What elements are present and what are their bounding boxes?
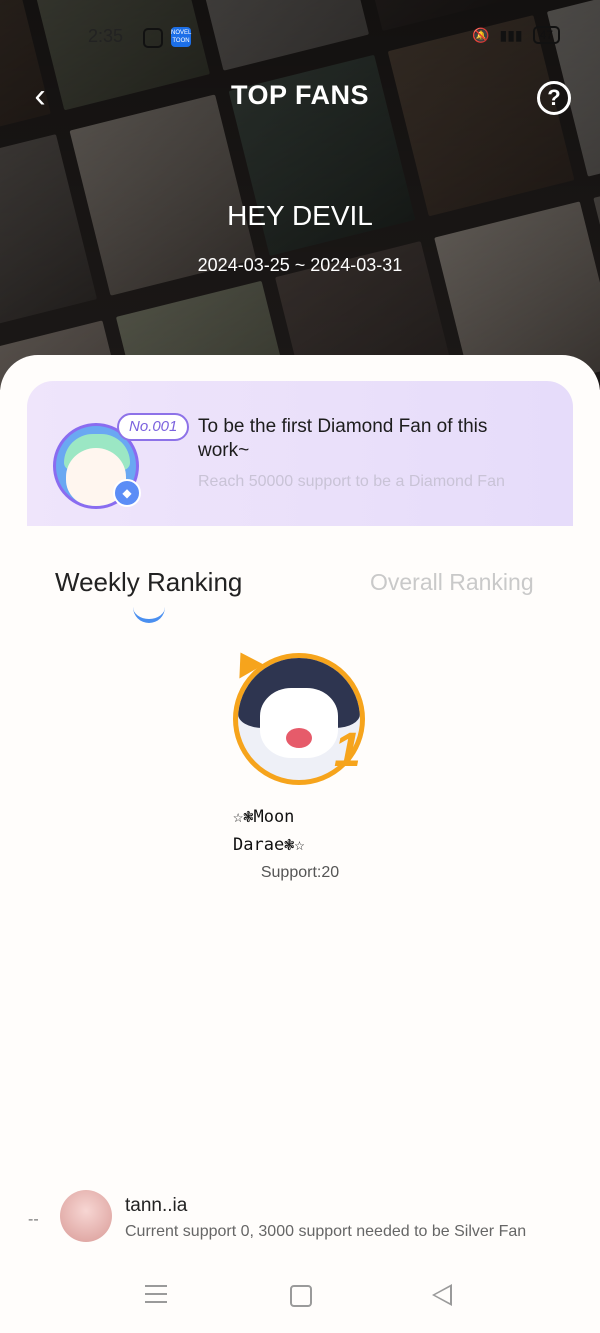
my-support-note: Current support 0, 3000 support needed t… — [125, 1223, 527, 1240]
avatar — [60, 1190, 112, 1242]
top-fan-name: ☆❃Moon Darae❃☆ — [233, 803, 383, 859]
home-icon[interactable] — [290, 1285, 312, 1307]
tab-overall-ranking[interactable]: Overall Ranking — [370, 569, 534, 596]
diamond-requirement: Reach 50000 support to be a Diamond Fan — [198, 473, 505, 490]
signal-icon: ▮▮▮ — [499, 26, 523, 43]
instagram-icon — [143, 28, 163, 48]
diamond-icon: ◆ — [113, 479, 141, 507]
question-circle-icon: ? — [547, 85, 561, 110]
date-range: 2024-03-25 ~ 2024-03-31 — [197, 255, 403, 275]
my-username: tann..ia — [125, 1195, 188, 1216]
recent-apps-icon[interactable] — [145, 1285, 167, 1303]
status-time: 2:35 — [88, 26, 124, 46]
my-rank-position: -- — [28, 1211, 39, 1228]
diamond-headline: To be the first Diamond Fan of this work… — [198, 416, 488, 461]
rank-number: 1 — [334, 724, 361, 777]
top-fan-support: Support:20 — [260, 864, 340, 881]
status-indicators: 🔕 ▮▮▮ 47 — [472, 26, 560, 44]
tab-weekly-ranking[interactable]: Weekly Ranking — [55, 567, 242, 598]
my-rank-bar: -- tann..ia Current support 0, 3000 supp… — [0, 1185, 600, 1255]
rank-badge: No.001 — [117, 413, 190, 441]
help-button[interactable]: ? — [537, 81, 571, 115]
diamond-fan-card[interactable]: ◆ No.001 To be the first Diamond Fan of … — [27, 381, 573, 526]
system-nav-bar — [0, 1273, 600, 1323]
page-title: TOP FANS — [230, 80, 370, 110]
top-fan-name-line1: ☆❃Moon — [233, 807, 295, 827]
status-bar: 2:35 NOVEL TOON 🔕 ▮▮▮ 47 — [0, 22, 600, 54]
battery-icon: 47 — [532, 26, 560, 44]
system-back-icon[interactable] — [432, 1284, 452, 1306]
top-fan-name-line2: Darae❃☆ — [233, 835, 305, 855]
bell-off-icon: 🔕 — [472, 26, 490, 43]
active-tab-indicator — [133, 605, 165, 623]
ranking-tabs: Weekly Ranking Overall Ranking — [0, 565, 600, 625]
novel-toon-icon: NOVEL TOON — [171, 27, 191, 47]
work-title: HEY DEVIL — [227, 200, 373, 231]
hero-header: 2:35 NOVEL TOON 🔕 ▮▮▮ 47 ‹ TOP FANS ? HE… — [0, 0, 600, 390]
